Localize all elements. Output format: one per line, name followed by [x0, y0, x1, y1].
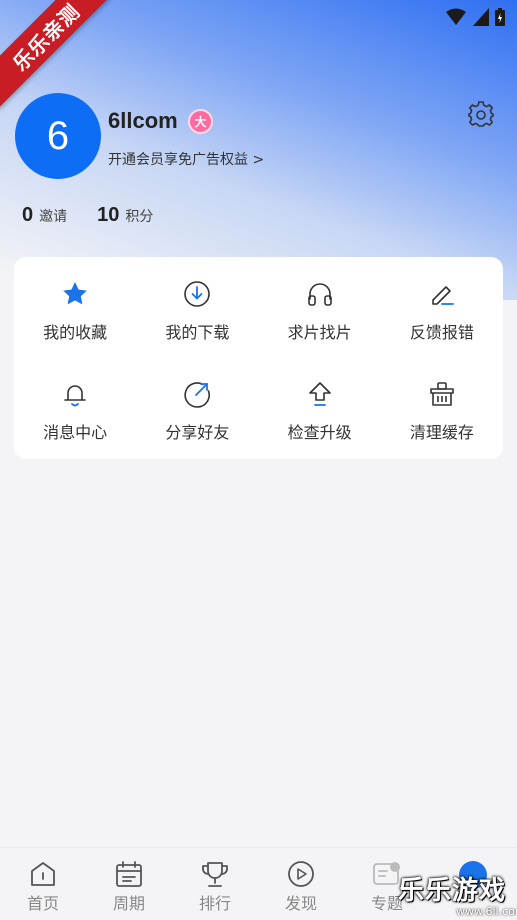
vip-upgrade-link[interactable]: 开通会员享免广告权益 > [108, 149, 264, 169]
stat-points[interactable]: 10 积分 [97, 204, 153, 227]
headphones-icon [307, 283, 332, 306]
menu-item-feedback[interactable]: 反馈报错 [381, 257, 503, 357]
star-icon [63, 282, 87, 305]
avatar-letter: 6 [46, 113, 70, 158]
nav-label: 发现 [284, 894, 317, 913]
download-icon [184, 281, 211, 307]
menu-item-label: 反馈报错 [409, 323, 474, 342]
menu-item-downloads[interactable]: 我的下载 [136, 257, 258, 357]
menu-item-label: 我的下载 [165, 323, 230, 342]
status-bar [445, 8, 505, 26]
menu-item-clear-cache[interactable]: 清理缓存 [381, 357, 503, 457]
trophy-icon [202, 862, 228, 887]
nav-label: 周期 [112, 894, 145, 913]
signal-icon [473, 8, 489, 26]
watermark-url: www.6ll.com [456, 905, 517, 918]
basket-icon [430, 382, 454, 406]
menu-item-label: 清理缓存 [409, 423, 474, 442]
watermark: 乐乐游戏 [398, 876, 507, 906]
menu-item-label: 分享好友 [165, 423, 230, 442]
nav-item-home[interactable]: 首页 [0, 848, 86, 920]
bell-icon [64, 385, 86, 407]
menu-card: 我的收藏 我的下载 求片找片 反馈报错 消息中心 分享好友 检查升级 清理缓存 [14, 257, 503, 459]
menu-item-label: 检查升级 [287, 423, 352, 442]
gear-icon[interactable] [467, 100, 495, 128]
username: 6llcom [108, 108, 178, 133]
menu-item-label: 我的收藏 [43, 323, 108, 342]
nav-label: 首页 [26, 894, 59, 913]
share-icon [184, 382, 211, 408]
stat-invites-label: 邀请 [39, 209, 68, 225]
stat-points-value: 10 [97, 204, 120, 226]
menu-item-label: 消息中心 [43, 423, 108, 442]
user-stats: 0 邀请 10 积分 [22, 204, 153, 227]
edit-icon [432, 286, 454, 305]
menu-item-favorites[interactable]: 我的收藏 [14, 257, 136, 357]
menu-item-request[interactable]: 求片找片 [259, 257, 381, 357]
nav-item-discover[interactable]: 发现 [258, 848, 344, 920]
stat-invites-value: 0 [22, 204, 34, 226]
home-icon [31, 862, 55, 886]
vip-badge: 大 [188, 109, 213, 134]
nav-item-ranking[interactable]: 排行 [172, 848, 258, 920]
avatar[interactable]: 6 [15, 93, 101, 179]
nav-label: 排行 [198, 894, 231, 913]
upgrade-icon [308, 382, 331, 406]
menu-item-update[interactable]: 检查升级 [259, 357, 381, 457]
menu-item-messages[interactable]: 消息中心 [14, 357, 136, 457]
nav-item-schedule[interactable]: 周期 [86, 848, 172, 920]
wifi-icon [446, 8, 466, 25]
battery-icon [495, 8, 505, 26]
stat-points-label: 积分 [125, 209, 154, 225]
stat-invites[interactable]: 0 邀请 [22, 204, 67, 227]
menu-item-share[interactable]: 分享好友 [136, 357, 258, 457]
calendar-icon [116, 861, 142, 887]
vip-badge-text: 大 [194, 115, 207, 129]
play-icon [288, 861, 314, 887]
menu-item-label: 求片找片 [287, 323, 352, 342]
